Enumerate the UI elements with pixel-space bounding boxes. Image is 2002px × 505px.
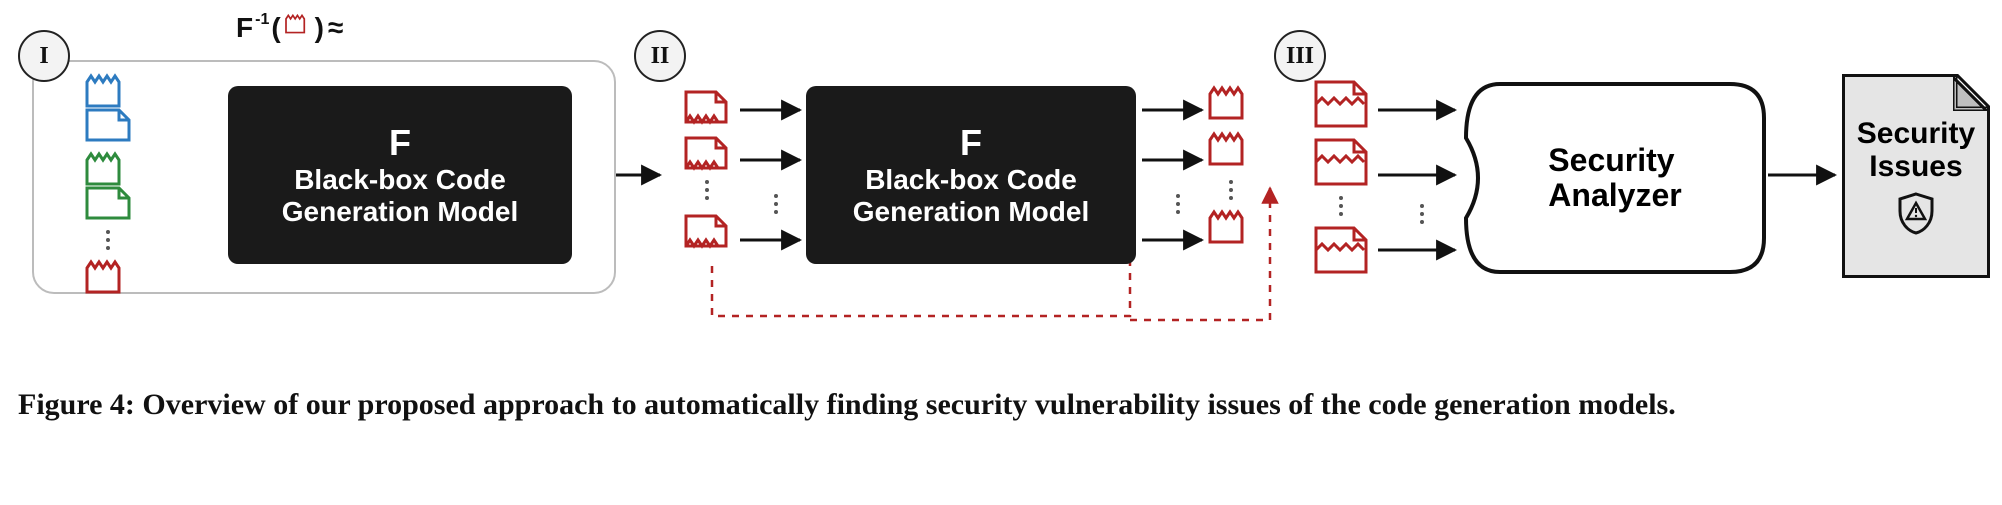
page-fold-mask [1956, 74, 1990, 108]
prompt-icon-n [684, 208, 730, 250]
analyzer-box: Security Analyzer [1460, 78, 1770, 278]
blackbox1-line2: Generation Model [282, 196, 518, 228]
vdots-icon [1168, 190, 1188, 218]
file-icon-red-last [85, 258, 131, 300]
output-icon-1 [1208, 84, 1254, 126]
blackbox1-f: F [389, 122, 411, 164]
blackbox2-f: F [960, 122, 982, 164]
issues-line1: Security [1857, 117, 1975, 150]
stage-badge-3: III [1274, 30, 1326, 82]
stage3-file-column [1312, 78, 1370, 276]
blackbox1-line1: Black-box Code [294, 164, 506, 196]
formula-close-paren: ) [315, 12, 324, 44]
blackbox-model-1: F Black-box Code Generation Model [228, 86, 572, 264]
blackbox-model-2: F Black-box Code Generation Model [806, 86, 1136, 264]
formula-inv: -1 [255, 12, 269, 28]
blackbox2-line2: Generation Model [853, 196, 1089, 228]
formula-open-paren: ( [271, 12, 280, 44]
inverse-formula: F -1 ( ) ≈ [236, 12, 343, 44]
analyzer-label: Security Analyzer [1548, 143, 1681, 213]
vdots-icon [766, 190, 786, 218]
badge-1-label: I [39, 43, 48, 70]
file-icon-blue-2 [85, 102, 131, 144]
vdots-icon [697, 176, 717, 204]
stage-badge-1: I [18, 30, 70, 82]
output-icon-n [1208, 208, 1254, 250]
shield-warning-icon [1894, 191, 1938, 235]
combined-file-icon-n [1312, 224, 1370, 276]
stage-badge-2: II [634, 30, 686, 82]
prompt-icon-2 [684, 130, 730, 172]
prompt-icon-1 [684, 84, 730, 126]
analyzer-line1: Security [1548, 143, 1681, 178]
output-icon-2 [1208, 130, 1254, 172]
formula-file-icon [283, 12, 313, 36]
formula-approx: ≈ [328, 12, 343, 44]
blackbox2-line1: Black-box Code [865, 164, 1077, 196]
analyzer-line2: Analyzer [1548, 178, 1681, 213]
issues-label: Security Issues [1857, 117, 1975, 183]
file-icon-green-2 [85, 180, 131, 222]
combined-file-icon-1 [1312, 78, 1370, 130]
vdots-icon [1412, 200, 1432, 228]
stage1-input-column [60, 72, 156, 300]
figure-canvas: I II III F -1 ( ) ≈ F Black-box Code Gen… [0, 0, 2002, 505]
issues-line2: Issues [1857, 150, 1975, 183]
formula-f: F [236, 12, 253, 44]
badge-2-label: II [651, 43, 670, 70]
vdots-icon [98, 226, 118, 254]
vdots-icon [1331, 192, 1351, 220]
badge-3-label: III [1286, 43, 1314, 70]
combined-file-icon-2 [1312, 136, 1370, 188]
figure-caption: Figure 4: Overview of our proposed appro… [18, 385, 1984, 426]
vdots-icon [1221, 176, 1241, 204]
stage2-output-column [1208, 84, 1254, 250]
stage2-prompt-column [684, 84, 730, 250]
